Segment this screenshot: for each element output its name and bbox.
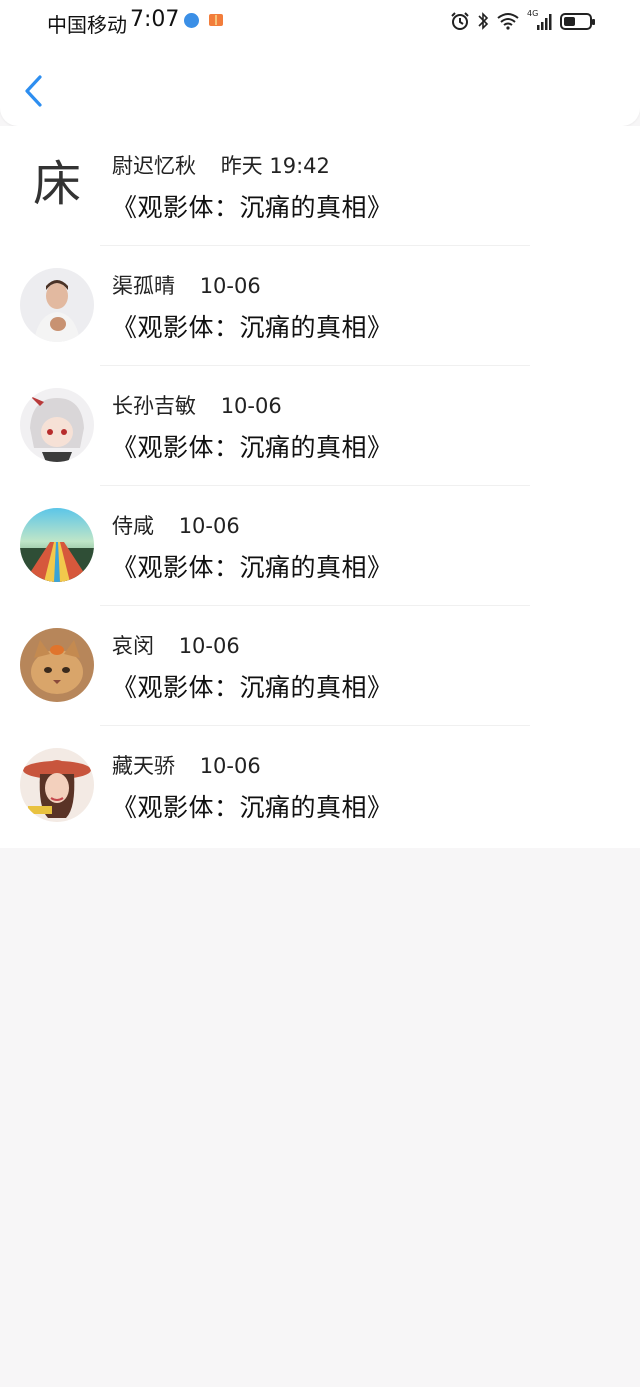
list-item[interactable]: 渠孤晴 10-06 《观影体：沉痛的真相》 bbox=[0, 246, 640, 366]
list-item[interactable]: 哀闵 10-06 《观影体：沉痛的真相》 bbox=[0, 606, 640, 726]
list-item[interactable]: 长孙吉敏 10-06 《观影体：沉痛的真相》 bbox=[0, 366, 640, 486]
message-list: 床 尉迟忆秋 昨天 19:42 《观影体：沉痛的真相》 渠孤晴 10-06 《观… bbox=[0, 126, 640, 848]
avatar-photo bbox=[20, 748, 94, 822]
message-text: 《观影体：沉痛的真相》 bbox=[112, 673, 393, 702]
avatar bbox=[20, 628, 94, 702]
cellular-signal-icon: 4G bbox=[527, 9, 553, 31]
item-meta: 尉迟忆秋 昨天 19:42 bbox=[112, 150, 330, 180]
avatar bbox=[20, 388, 94, 462]
avatar-text-image: 床 bbox=[20, 148, 94, 222]
status-bar: 中国移动 7:07 4G bbox=[0, 0, 640, 44]
item-meta: 哀闵 10-06 bbox=[112, 630, 240, 660]
list-item[interactable]: 藏天骄 10-06 《观影体：沉痛的真相》 bbox=[0, 726, 640, 846]
carrier-label: 中国移动 bbox=[47, 13, 127, 37]
avatar bbox=[20, 268, 94, 342]
message-text: 《观影体：沉痛的真相》 bbox=[112, 793, 393, 822]
status-time: 7:07 bbox=[130, 7, 180, 32]
sender-name: 侍咸 bbox=[112, 514, 154, 538]
sender-name: 哀闵 bbox=[112, 634, 154, 658]
chevron-left-icon bbox=[25, 75, 42, 107]
item-meta: 长孙吉敏 10-06 bbox=[112, 390, 282, 420]
item-meta: 藏天骄 10-06 bbox=[112, 750, 261, 780]
timestamp: 10-06 bbox=[199, 754, 261, 778]
avatar bbox=[20, 508, 94, 582]
list-item[interactable]: 床 尉迟忆秋 昨天 19:42 《观影体：沉痛的真相》 bbox=[0, 126, 640, 246]
timestamp: 昨天 19:42 bbox=[220, 154, 330, 178]
wifi-icon bbox=[497, 13, 519, 30]
svg-text:床: 床 bbox=[33, 156, 81, 212]
avatar bbox=[20, 748, 94, 822]
book-icon bbox=[209, 14, 223, 26]
top-bar: 中国移动 7:07 4G bbox=[0, 0, 640, 126]
battery-icon bbox=[560, 13, 595, 30]
avatar-photo bbox=[20, 628, 94, 702]
avatar-photo bbox=[20, 268, 94, 342]
sender-name: 尉迟忆秋 bbox=[112, 154, 196, 178]
sender-name: 藏天骄 bbox=[112, 754, 175, 778]
sender-name: 渠孤晴 bbox=[112, 274, 175, 298]
timestamp: 10-06 bbox=[178, 514, 240, 538]
item-meta: 侍咸 10-06 bbox=[112, 510, 240, 540]
timestamp: 10-06 bbox=[220, 394, 282, 418]
avatar-photo bbox=[20, 508, 94, 582]
list-item[interactable]: 侍咸 10-06 《观影体：沉痛的真相》 bbox=[0, 486, 640, 606]
avatar-photo bbox=[20, 388, 94, 462]
avatar: 床 bbox=[20, 148, 94, 222]
timestamp: 10-06 bbox=[199, 274, 261, 298]
back-button[interactable] bbox=[18, 70, 54, 112]
message-text: 《观影体：沉痛的真相》 bbox=[112, 553, 393, 582]
sender-name: 长孙吉敏 bbox=[112, 394, 196, 418]
browser-icon bbox=[184, 13, 199, 28]
message-text: 《观影体：沉痛的真相》 bbox=[112, 193, 393, 222]
bluetooth-icon bbox=[478, 12, 489, 30]
message-text: 《观影体：沉痛的真相》 bbox=[112, 313, 393, 342]
message-text: 《观影体：沉痛的真相》 bbox=[112, 433, 393, 462]
item-meta: 渠孤晴 10-06 bbox=[112, 270, 261, 300]
alarm-icon bbox=[451, 12, 469, 30]
timestamp: 10-06 bbox=[178, 634, 240, 658]
status-icons: 4G bbox=[450, 8, 596, 34]
